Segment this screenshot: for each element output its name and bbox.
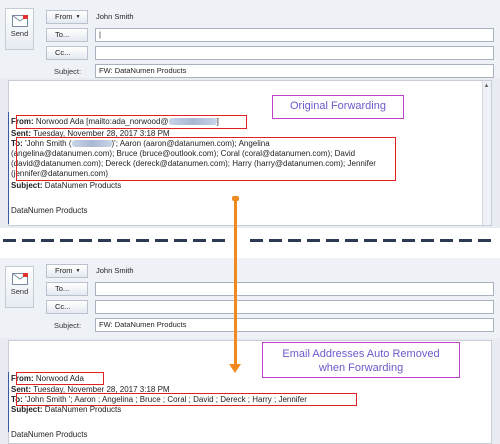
cc-input[interactable]	[95, 46, 494, 60]
sender-name: John Smith	[96, 266, 134, 275]
cc-input[interactable]	[95, 300, 494, 314]
body-text: DataNumen Products	[11, 430, 88, 439]
send-envelope-icon	[11, 15, 28, 27]
send-button[interactable]: Send	[5, 266, 34, 308]
subject-line: Subject: DataNumen Products	[11, 405, 121, 415]
from-label: From	[55, 266, 73, 275]
sender-name: John Smith	[96, 12, 134, 21]
from-button[interactable]: From ▼	[46, 10, 88, 24]
subject-line-value: DataNumen Products	[44, 405, 122, 414]
callout-line-1: Email Addresses Auto Removed	[282, 348, 440, 360]
dashed-separator	[0, 239, 500, 245]
callout-line-2: when Forwarding	[318, 362, 404, 374]
dropdown-caret-icon: ▼	[75, 268, 81, 275]
auto-removed-callout: Email Addresses Auto Removed when Forwar…	[262, 342, 460, 378]
subject-line-label: Subject:	[11, 405, 43, 414]
cc-button[interactable]: Cc...	[46, 46, 88, 60]
subject-line: Subject: DataNumen Products	[11, 181, 121, 191]
from-button[interactable]: From ▼	[46, 264, 88, 278]
send-button[interactable]: Send	[5, 8, 34, 50]
compose-header: Send From ▼ John Smith To... Cc... Subjec…	[0, 258, 500, 338]
to-input[interactable]	[95, 282, 494, 296]
from-highlight-box	[16, 115, 247, 129]
to-highlight-box	[16, 137, 396, 181]
subject-label: Subject:	[54, 67, 82, 76]
scroll-up-icon[interactable]: ▲	[482, 83, 491, 92]
send-label: Send	[10, 287, 29, 296]
from-label: From	[55, 12, 73, 21]
subject-line-label: Subject:	[11, 181, 43, 190]
quote-bar	[8, 112, 9, 224]
arrow-head	[229, 364, 241, 373]
down-arrow-icon	[234, 198, 237, 366]
to-input[interactable]: |	[95, 28, 494, 42]
subject-input[interactable]: FW: DataNumen Products	[95, 64, 494, 78]
subject-label: Subject:	[54, 321, 82, 330]
subject-line-value: DataNumen Products	[44, 181, 122, 190]
compose-header: Send From ▼ John Smith To... | Cc... Subj…	[0, 0, 500, 78]
to-button[interactable]: To...	[46, 28, 88, 42]
vertical-scrollbar[interactable]: ▲	[482, 81, 491, 225]
from-highlight-box	[16, 372, 104, 385]
original-forwarding-callout: Original Forwarding	[272, 95, 404, 119]
forwarded-compose-window: Send From ▼ John Smith To... Cc... Subjec…	[0, 258, 500, 444]
dropdown-caret-icon: ▼	[75, 14, 81, 21]
quote-bar	[8, 372, 9, 432]
body-text: DataNumen Products	[11, 206, 88, 215]
send-envelope-icon	[11, 273, 28, 285]
to-button[interactable]: To...	[46, 282, 88, 296]
subject-input[interactable]: FW: DataNumen Products	[95, 318, 494, 332]
original-compose-window: Send From ▼ John Smith To... | Cc... Subj…	[0, 0, 500, 228]
send-label: Send	[10, 29, 29, 38]
cc-button[interactable]: Cc...	[46, 300, 88, 314]
